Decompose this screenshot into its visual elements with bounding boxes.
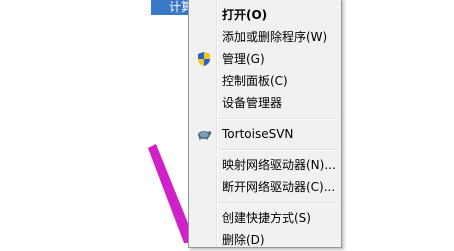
menu-item-tortoisesvn[interactable]: TortoiseSVN (191, 123, 339, 145)
menu-item-label: 管理(G) (222, 52, 265, 66)
menu-item-label: 打开(O) (222, 8, 268, 22)
uac-shield-icon (198, 52, 210, 66)
menu-item-label: 设备管理器 (222, 96, 283, 110)
menu-separator (219, 202, 339, 204)
desktop-icon-computer-label[interactable]: 计算机 (151, 0, 191, 15)
menu-item-control-panel[interactable]: 控制面板(C) (191, 70, 339, 92)
menu-item-open[interactable]: 打开(O) (191, 4, 339, 26)
menu-item-label: 控制面板(C) (222, 74, 288, 88)
menu-item-map-network-drive[interactable]: 映射网络驱动器(N)... (191, 154, 339, 176)
menu-item-manage[interactable]: 管理(G) (191, 48, 339, 70)
menu-item-label: 添加或删除程序(W) (222, 30, 328, 44)
menu-item-delete[interactable]: 删除(D) (191, 229, 339, 251)
tortoise-icon (198, 131, 212, 140)
menu-item-label: 删除(D) (222, 233, 265, 247)
menu-separator (219, 118, 339, 120)
desktop: 计算机 打开(O) 添加或删除程序(W) 管理(G) 控制面板(C) 设备管理 (0, 0, 454, 248)
menu-item-device-manager[interactable]: 设备管理器 (191, 92, 339, 114)
menu-item-label: TortoiseSVN (222, 127, 294, 141)
menu-item-label: 创建快捷方式(S) (222, 211, 311, 225)
menu-separator (219, 149, 339, 151)
menu-item-label: 映射网络驱动器(N)... (222, 158, 336, 172)
menu-item-label: 断开网络驱动器(C)... (222, 180, 336, 194)
menu-item-disconnect-network-drive[interactable]: 断开网络驱动器(C)... (191, 176, 339, 198)
context-menu: 打开(O) 添加或删除程序(W) 管理(G) 控制面板(C) 设备管理器 Tor… (188, 0, 342, 248)
menu-item-create-shortcut[interactable]: 创建快捷方式(S) (191, 207, 339, 229)
menu-item-add-remove-programs[interactable]: 添加或删除程序(W) (191, 26, 339, 48)
